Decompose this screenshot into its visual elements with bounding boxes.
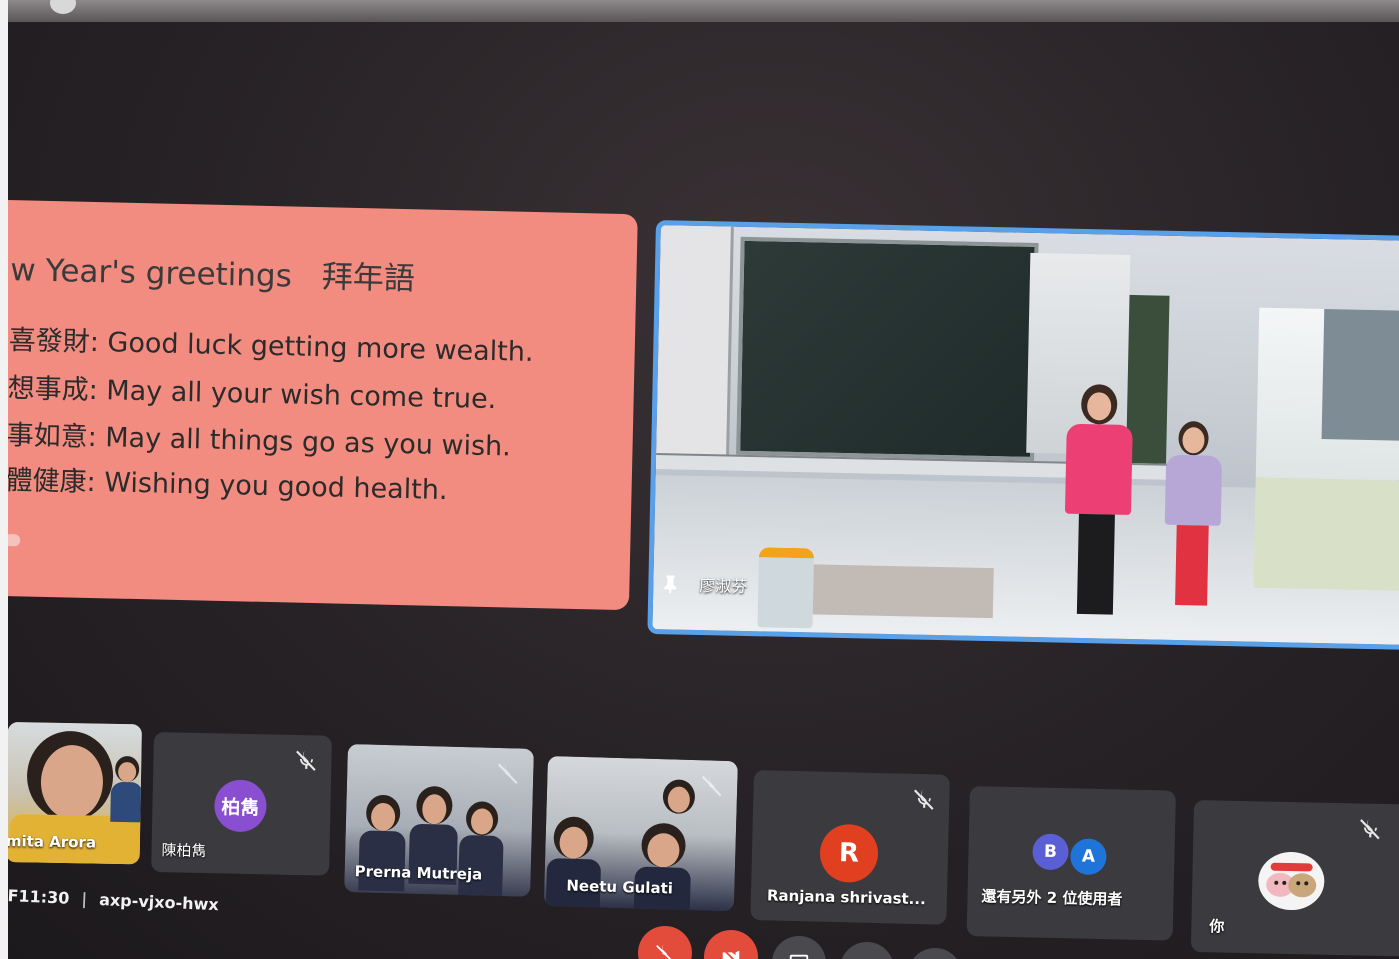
participant-tile[interactable]: R Ranjana shrivast... <box>750 770 950 925</box>
participant-tile[interactable]: 柏雋 陳柏雋 <box>151 732 332 876</box>
slide-line: 體健康: Wishing you good health. <box>8 465 448 507</box>
tab-icon <box>50 0 76 14</box>
slide-indicator <box>8 534 21 547</box>
slide-title-en: w Year's greetings <box>10 252 293 295</box>
featured-video-tile[interactable]: 廖淑芬 <box>647 220 1399 651</box>
avatar: R <box>819 823 879 884</box>
avatar: A <box>1067 836 1109 878</box>
self-avatar <box>1257 851 1325 911</box>
featured-name-tag: 廖淑芬 <box>663 571 748 597</box>
present-icon <box>789 954 809 959</box>
participant-tile[interactable]: mita Arora <box>8 722 142 865</box>
meeting-screen: w Year's greetings 拜年語 喜發財: Good luck get… <box>8 0 1399 959</box>
mic-toggle-button[interactable] <box>638 926 692 959</box>
tsum-tsum-icon <box>1266 862 1317 898</box>
camera-toggle-button[interactable] <box>704 930 758 959</box>
participant-name: Ranjana shrivast... <box>766 886 927 909</box>
mic-off-icon <box>699 772 726 799</box>
raise-hand-button[interactable] <box>840 942 894 959</box>
participant-name: Neetu Gulati <box>566 876 674 898</box>
present-button[interactable] <box>772 936 826 959</box>
participant-tile[interactable]: Prerna Mutreja <box>344 744 534 897</box>
avatar: 柏雋 <box>213 779 268 833</box>
mic-off-icon <box>656 944 672 959</box>
camera-off-icon <box>722 948 740 959</box>
pin-icon[interactable] <box>663 575 677 594</box>
participant-name: 陳柏雋 <box>161 841 207 861</box>
self-name: 你 <box>1209 917 1225 936</box>
meeting-separator: | <box>80 889 88 909</box>
mic-off-icon <box>293 747 320 774</box>
meeting-time: F11:30 <box>8 886 70 908</box>
presentation-slide[interactable]: w Year's greetings 拜年語 喜發財: Good luck get… <box>8 200 638 611</box>
more-participants-label: 還有另外 2 位使用者 <box>981 887 1123 909</box>
self-tile[interactable]: 你 <box>1190 800 1399 957</box>
more-options-button[interactable] <box>908 948 962 959</box>
avatar: B <box>1032 833 1069 871</box>
slide-line: 事如意: May all things go as you wish. <box>8 420 512 463</box>
participant-tile[interactable]: Neetu Gulati <box>543 756 738 912</box>
mic-off-icon <box>1357 815 1384 842</box>
slide-line: 想事成: May all your wish come true. <box>8 373 497 416</box>
participant-name: mita Arora <box>8 831 97 852</box>
mic-off-icon <box>495 760 522 787</box>
slide-title-zh: 拜年語 <box>321 259 416 298</box>
participant-name: Prerna Mutreja <box>354 862 483 884</box>
slide-title: w Year's greetings 拜年語 <box>10 244 415 298</box>
more-participants-tile[interactable]: B A 還有另外 2 位使用者 <box>966 786 1176 941</box>
browser-top-bar <box>8 0 1399 22</box>
jar <box>757 547 815 629</box>
blackboard <box>736 236 1039 461</box>
featured-name: 廖淑芬 <box>699 575 748 596</box>
meeting-info: F11:30 | axp-vjxo-hwx <box>8 886 219 914</box>
mic-off-icon <box>911 786 938 813</box>
meeting-code[interactable]: axp-vjxo-hwx <box>99 890 219 914</box>
slide-line: 喜發財: Good luck getting more wealth. <box>8 325 534 368</box>
